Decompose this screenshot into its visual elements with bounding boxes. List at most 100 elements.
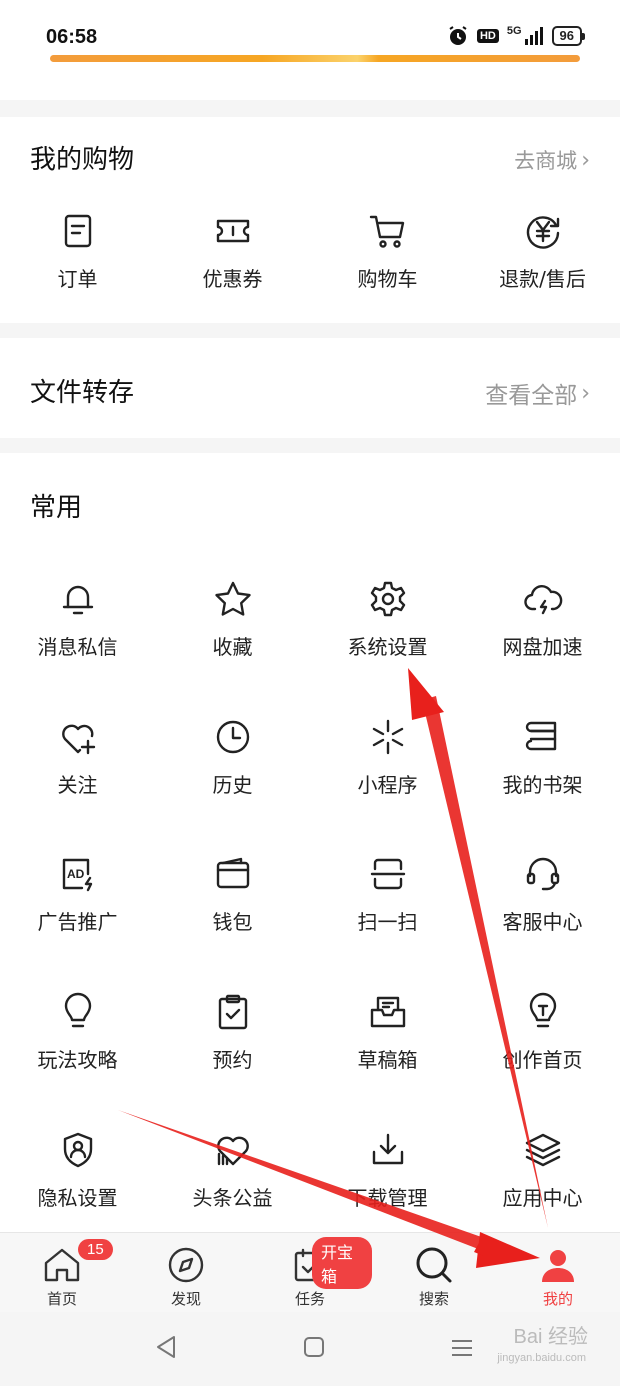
shopping-title: 我的购物	[30, 145, 135, 175]
layers-icon	[525, 1133, 560, 1167]
common-item-history[interactable]: 历史	[155, 717, 310, 798]
shopping-item-label: 优惠券	[202, 267, 263, 291]
shopping-item-label: 订单	[57, 267, 98, 291]
common-title: 常用	[30, 493, 83, 523]
star-icon	[214, 581, 251, 616]
scan-icon	[370, 858, 405, 890]
common-item-messages[interactable]: 消息私信	[0, 579, 155, 660]
common-item-privacy[interactable]: 隐私设置	[0, 1130, 155, 1211]
common-item-label: 历史	[212, 773, 253, 797]
file-transfer-title: 文件转存	[30, 378, 135, 408]
common-item-drafts[interactable]: 草稿箱	[310, 992, 465, 1073]
common-item-label: 系统设置	[347, 635, 428, 659]
ad-icon: AD	[62, 858, 92, 892]
bottom-tab-bar: 首页 15 发现 任务 开宝箱 搜索 我的	[0, 1232, 620, 1312]
shopping-item-label: 退款/售后	[499, 267, 586, 291]
view-all-link[interactable]: 查看全部 ›	[485, 376, 590, 410]
common-item-label: 网盘加速	[502, 635, 583, 659]
common-item-label: 小程序	[357, 773, 418, 797]
shopping-item-coupon[interactable]: 优惠券	[155, 211, 310, 292]
chevron-right-icon: ›	[581, 380, 590, 406]
status-time: 06:58	[46, 26, 98, 48]
watermark-brand: Bai 经验	[513, 1326, 588, 1348]
common-item-favorites[interactable]: 收藏	[155, 579, 310, 660]
svg-text:AD: AD	[67, 867, 85, 881]
back-icon[interactable]	[154, 1334, 178, 1360]
common-item-label: 客服中心	[502, 910, 583, 934]
tab-tasks[interactable]: 任务 开宝箱	[248, 1233, 372, 1312]
common-item-scan[interactable]: 扫一扫	[310, 854, 465, 935]
wallet-icon	[216, 857, 249, 889]
charity-heart-icon	[216, 1136, 249, 1166]
common-item-follow[interactable]: 关注	[0, 717, 155, 798]
common-item-cloud-boost[interactable]: 网盘加速	[465, 579, 620, 660]
mini-program-icon	[372, 719, 403, 755]
tab-home[interactable]: 首页 15	[0, 1233, 124, 1312]
common-item-label: 消息私信	[37, 635, 118, 659]
headset-icon	[526, 857, 559, 891]
common-item-charity[interactable]: 头条公益	[155, 1130, 310, 1211]
shield-user-icon	[63, 1132, 92, 1168]
compass-icon	[168, 1247, 204, 1283]
tab-discover[interactable]: 发现	[124, 1233, 248, 1312]
common-item-app-center[interactable]: 应用中心	[465, 1130, 620, 1211]
common-item-label: 头条公益	[192, 1186, 273, 1210]
common-item-guide[interactable]: 玩法攻略	[0, 992, 155, 1073]
common-item-mini-program[interactable]: 小程序	[310, 717, 465, 798]
coupon-icon	[216, 219, 249, 243]
gear-icon	[370, 581, 405, 617]
status-icons: HD 5G 96	[447, 25, 586, 47]
common-item-system-settings[interactable]: 系统设置	[310, 579, 465, 660]
common-item-label: 关注	[57, 773, 98, 797]
common-item-label: 钱包	[212, 910, 253, 934]
common-item-bookshelf[interactable]: 我的书架	[465, 717, 620, 798]
home-square-icon[interactable]	[303, 1336, 325, 1358]
tab-label: 我的	[542, 1290, 573, 1308]
drafts-icon	[370, 996, 405, 1028]
common-item-wallet[interactable]: 钱包	[155, 854, 310, 935]
common-item-creator-home[interactable]: 创作首页	[465, 992, 620, 1073]
common-item-label: 我的书架	[502, 773, 583, 797]
tab-search[interactable]: 搜索	[372, 1233, 496, 1312]
tab-label: 任务	[294, 1290, 325, 1308]
shopping-card: 我的购物 去商城 › 订单 优惠券 购物车 退款/售后	[0, 117, 620, 323]
watermark-url: jingyan.baidu.com	[497, 1352, 586, 1364]
shopping-item-refund[interactable]: 退款/售后	[465, 211, 620, 292]
common-row: 关注 历史 小程序 我的书架	[0, 717, 620, 798]
notification-badge: 15	[78, 1239, 113, 1260]
shopping-grid: 订单 优惠券 购物车 退款/售后	[0, 211, 620, 292]
tab-label: 首页	[46, 1290, 77, 1308]
common-item-label: 应用中心	[502, 1186, 583, 1210]
bulb-icon	[64, 992, 91, 1028]
refund-icon	[526, 216, 559, 249]
clock-icon	[216, 720, 249, 754]
go-mall-link[interactable]: 去商城 ›	[514, 145, 590, 175]
chevron-right-icon: ›	[581, 147, 590, 173]
common-item-label: 收藏	[212, 635, 253, 659]
creator-bulb-icon	[529, 992, 556, 1028]
cloud-lightning-icon	[523, 585, 562, 615]
common-item-ads[interactable]: AD 广告推广	[0, 854, 155, 935]
heart-plus-icon	[61, 724, 95, 755]
signal-icon	[524, 27, 543, 45]
order-icon	[64, 214, 91, 248]
common-item-label: 创作首页	[502, 1048, 583, 1072]
common-item-reservation[interactable]: 预约	[155, 992, 310, 1073]
file-transfer-card[interactable]: 文件转存 查看全部 ›	[0, 338, 620, 438]
treasure-box-badge: 开宝箱	[312, 1237, 372, 1289]
common-item-label: 隐私设置	[37, 1186, 118, 1210]
tab-profile[interactable]: 我的	[496, 1233, 620, 1312]
shopping-item-label: 购物车	[357, 267, 418, 291]
clipboard-check-icon	[218, 994, 247, 1030]
common-row: 隐私设置 头条公益 下载管理 应用中心	[0, 1130, 620, 1211]
alarm-icon	[449, 26, 467, 45]
common-item-customer-service[interactable]: 客服中心	[465, 854, 620, 935]
profile-icon	[542, 1250, 574, 1282]
search-icon	[416, 1247, 452, 1283]
cart-icon	[369, 215, 404, 248]
common-row: 玩法攻略 预约 草稿箱 创作首页	[0, 992, 620, 1073]
shopping-item-cart[interactable]: 购物车	[310, 211, 465, 292]
shopping-item-order[interactable]: 订单	[0, 211, 155, 292]
menu-icon[interactable]	[450, 1338, 474, 1358]
common-item-downloads[interactable]: 下载管理	[310, 1130, 465, 1211]
